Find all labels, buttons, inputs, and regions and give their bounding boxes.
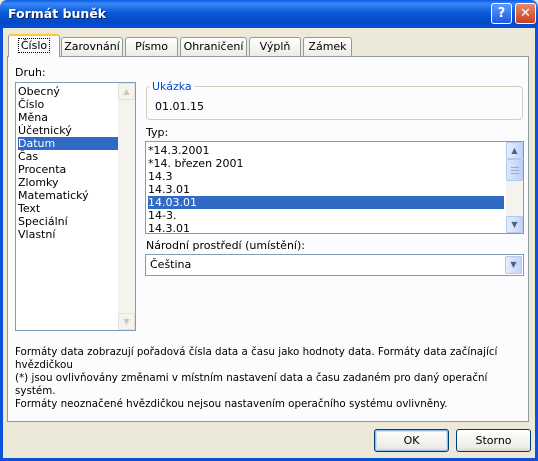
category-item-vlastni[interactable]: Vlastní (18, 228, 55, 241)
locale-value: Čeština (150, 258, 192, 271)
type-item-selected[interactable]: 14.03.01 (148, 196, 504, 209)
category-label: Druh: (15, 66, 46, 79)
category-item-specialni[interactable]: Speciální (18, 215, 68, 228)
tab-vypln[interactable]: Výplň (249, 37, 301, 56)
category-scrollbar[interactable]: ▲ ▼ (118, 83, 135, 330)
scroll-down-icon[interactable]: ▼ (118, 313, 135, 330)
type-list[interactable]: *14.3.2001 *14. březen 2001 14.3 14.3.01… (145, 141, 524, 234)
sample-label: Ukázka (150, 80, 194, 93)
tab-label: Číslo (17, 38, 51, 53)
description-line-3: Formáty neoznačené hvězdičkou nejsou nas… (15, 398, 448, 410)
description-line-2: (*) jsou ovlivňovány změnami v místním n… (15, 372, 488, 397)
category-item-mena[interactable]: Měna (18, 111, 48, 124)
type-label: Typ: (146, 126, 169, 139)
ok-button[interactable]: OK (374, 429, 449, 452)
window-frame-left (0, 28, 3, 461)
type-item[interactable]: 14.3.01 (148, 222, 190, 233)
scroll-down-icon[interactable]: ▼ (506, 216, 523, 233)
locale-select[interactable]: Čeština ▼ (145, 254, 524, 276)
category-item-zlomky[interactable]: Zlomky (18, 176, 59, 189)
description-line-1: Formáty data zobrazují pořadová čísla da… (15, 346, 498, 371)
chevron-down-icon[interactable]: ▼ (505, 256, 522, 274)
type-item[interactable]: 14-3. (148, 209, 176, 222)
category-item-datum[interactable]: Datum (18, 137, 118, 150)
scroll-up-icon[interactable]: ▲ (506, 142, 523, 159)
type-item[interactable]: *14.3.2001 (148, 144, 209, 157)
help-button[interactable]: ? (491, 3, 512, 24)
scroll-up-icon[interactable]: ▲ (118, 83, 135, 100)
type-item[interactable]: *14. březen 2001 (148, 157, 244, 170)
category-item-cas[interactable]: Čas (18, 150, 38, 163)
category-item-cislo[interactable]: Číslo (18, 98, 44, 111)
format-description: Formáty data zobrazují pořadová čísla da… (15, 346, 520, 411)
title-bar[interactable]: Formát buněk ? ✕ (0, 0, 538, 28)
type-item[interactable]: 14.3 (148, 170, 173, 183)
tab-pismo[interactable]: Písmo (125, 37, 178, 56)
close-button[interactable]: ✕ (515, 3, 536, 24)
sample-value: 01.01.15 (155, 100, 204, 113)
category-item-obecny[interactable]: Obecný (18, 85, 60, 98)
window-title: Formát buněk (8, 6, 107, 21)
cancel-button[interactable]: Storno (456, 429, 531, 452)
type-scrollbar[interactable]: ▲ ▼ (506, 142, 523, 233)
category-item-text[interactable]: Text (18, 202, 40, 215)
type-item[interactable]: 14.3.01 (148, 183, 190, 196)
category-item-matematicky[interactable]: Matematický (18, 189, 89, 202)
tab-zamek[interactable]: Zámek (303, 37, 352, 56)
scroll-thumb[interactable] (506, 159, 523, 181)
format-cells-dialog: Formát buněk ? ✕ Číslo Zarovnání Písmo O… (0, 0, 538, 461)
category-item-ucetnicky[interactable]: Účetnický (18, 124, 72, 137)
tab-ohraniceni[interactable]: Ohraničení (180, 37, 247, 56)
tab-cislo[interactable]: Číslo (8, 34, 60, 57)
category-list[interactable]: Obecný Číslo Měna Účetnický Datum Čas Pr… (15, 82, 136, 331)
tab-zarovnani[interactable]: Zarovnání (61, 37, 123, 56)
category-item-procenta[interactable]: Procenta (18, 163, 66, 176)
locale-label: Národní prostředí (umístění): (146, 239, 305, 252)
